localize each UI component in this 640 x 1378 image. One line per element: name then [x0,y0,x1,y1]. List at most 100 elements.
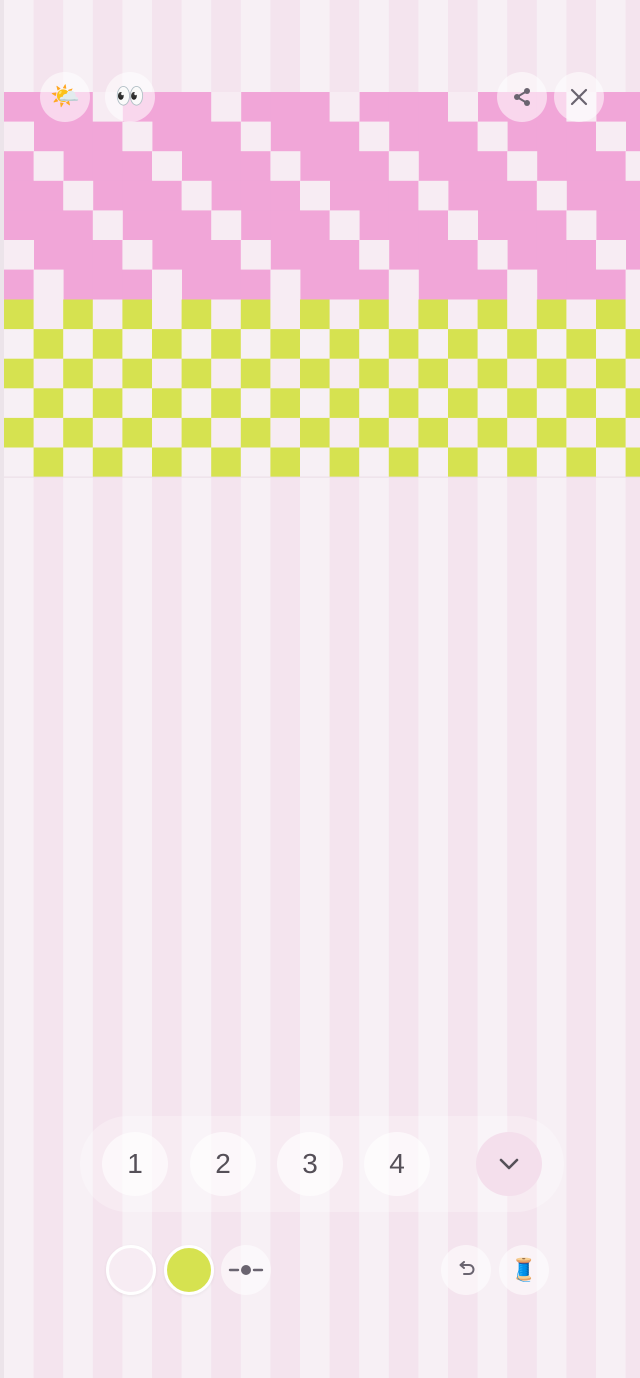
weave-cell [536,358,567,389]
weave-cell [359,180,390,211]
weave-cell [388,417,419,448]
weave-cell [359,447,390,478]
weave-cell [270,210,301,241]
weave-cell [152,447,182,478]
weave-cell [240,121,271,152]
weave-cell [625,269,640,300]
share-button[interactable] [497,72,547,122]
weave-cell [122,180,153,211]
weave-cell [300,121,330,152]
weave-cell [152,269,182,300]
eyes-icon[interactable]: 👀 [105,72,155,122]
weather-icon[interactable]: 🌤️ [40,72,90,122]
layer-3-button[interactable]: 3 [277,1132,343,1196]
layer-4-button[interactable]: 4 [364,1132,430,1196]
weave-cell [418,210,449,241]
weave-cell [388,299,419,330]
weave-cell [300,329,330,360]
weave-cell [507,269,538,300]
weave-cell [152,329,182,360]
weave-cell [240,358,271,389]
weave-cell [448,121,478,152]
weave-cell [477,447,508,478]
thread-weight-button[interactable] [221,1245,271,1295]
weave-cell [418,299,449,330]
weave-cell [625,329,640,360]
weave-cell [448,240,478,270]
weave-cell [477,329,508,360]
spool-icon[interactable]: 🧵 [499,1245,549,1295]
weave-cell [477,388,508,419]
weave-cell [388,358,419,389]
weave-cell [211,180,242,211]
weave-cell [536,269,567,300]
color-swatch-light[interactable] [106,1245,156,1295]
weave-cell [33,240,64,270]
weave-cell [477,417,508,448]
weave-cell [536,210,567,241]
weave-cell [122,417,153,448]
weave-cell [596,121,626,152]
weave-cell [92,388,123,419]
weave-cell [270,447,301,478]
weave-cell [418,388,449,419]
weave-cell [507,121,538,152]
weave-cell [240,447,271,478]
weave-cell [181,180,212,211]
weave-cell [122,240,153,270]
weave-cell [418,269,449,300]
weave-cell [211,92,242,122]
weave-cell [4,210,34,241]
weave-cell [359,151,390,182]
weave-cell [240,151,271,182]
weave-cell [152,92,182,122]
weave-cell [181,388,212,419]
weave-cell [625,388,640,419]
close-button[interactable] [554,72,604,122]
weave-cell [300,358,330,389]
undo-button[interactable] [441,1245,491,1295]
weave-cell [418,417,449,448]
layer-3-label: 3 [302,1148,318,1179]
weave-cell [122,329,153,360]
weave-cell [625,151,640,182]
weave-cell [122,269,153,300]
weave-cell [300,180,330,211]
weave-cell [270,299,301,330]
collapse-button[interactable] [476,1132,542,1196]
weave-cell [240,269,271,300]
weave-cell [625,417,640,448]
weave-cell [92,417,123,448]
weave-cell [181,240,212,270]
weave-cell [596,210,626,241]
weave-cell [300,447,330,478]
weave-cell [507,299,538,330]
layer-2-button[interactable]: 2 [190,1132,256,1196]
weave-cell [388,329,419,360]
weave-cell [536,299,567,330]
weave-cell [122,151,153,182]
weave-cell [536,151,567,182]
weave-cell [181,447,212,478]
color-swatch-green[interactable] [164,1245,214,1295]
weave-cell [4,299,34,330]
weave-cell [33,299,64,330]
weave-cell [448,329,478,360]
weave-cell [211,269,242,300]
weave-cell [152,299,182,330]
weave-cell [152,388,182,419]
weave-cell [566,299,597,330]
weave-cell [211,358,242,389]
weave-cell [92,151,123,182]
weave-cell [359,121,390,152]
weave-cell [359,240,390,270]
weave-cell [596,240,626,270]
layer-1-button[interactable]: 1 [102,1132,168,1196]
weave-cell [4,151,34,182]
weave-cell [211,447,242,478]
weave-cell [270,151,301,182]
weave-cell [270,92,301,122]
weave-cell [240,417,271,448]
weave-cell [536,417,567,448]
weave-cell [181,151,212,182]
